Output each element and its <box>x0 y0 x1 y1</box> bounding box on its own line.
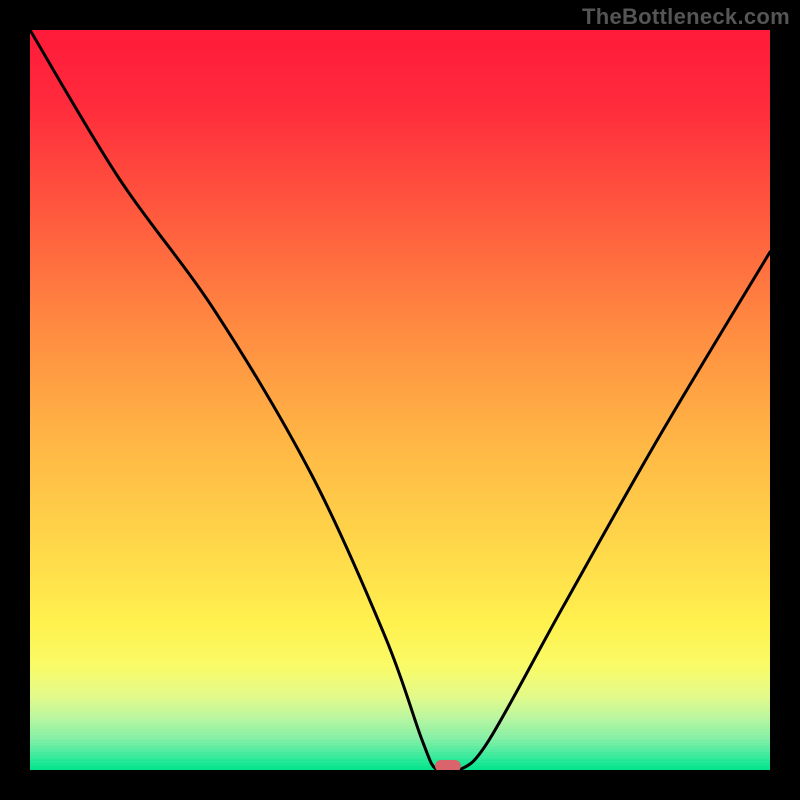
curve-path <box>30 30 770 770</box>
chart-frame: TheBottleneck.com <box>0 0 800 800</box>
bottleneck-curve <box>30 30 770 770</box>
watermark-label: TheBottleneck.com <box>582 4 790 30</box>
optimal-marker <box>435 760 461 770</box>
plot-area <box>30 30 770 770</box>
